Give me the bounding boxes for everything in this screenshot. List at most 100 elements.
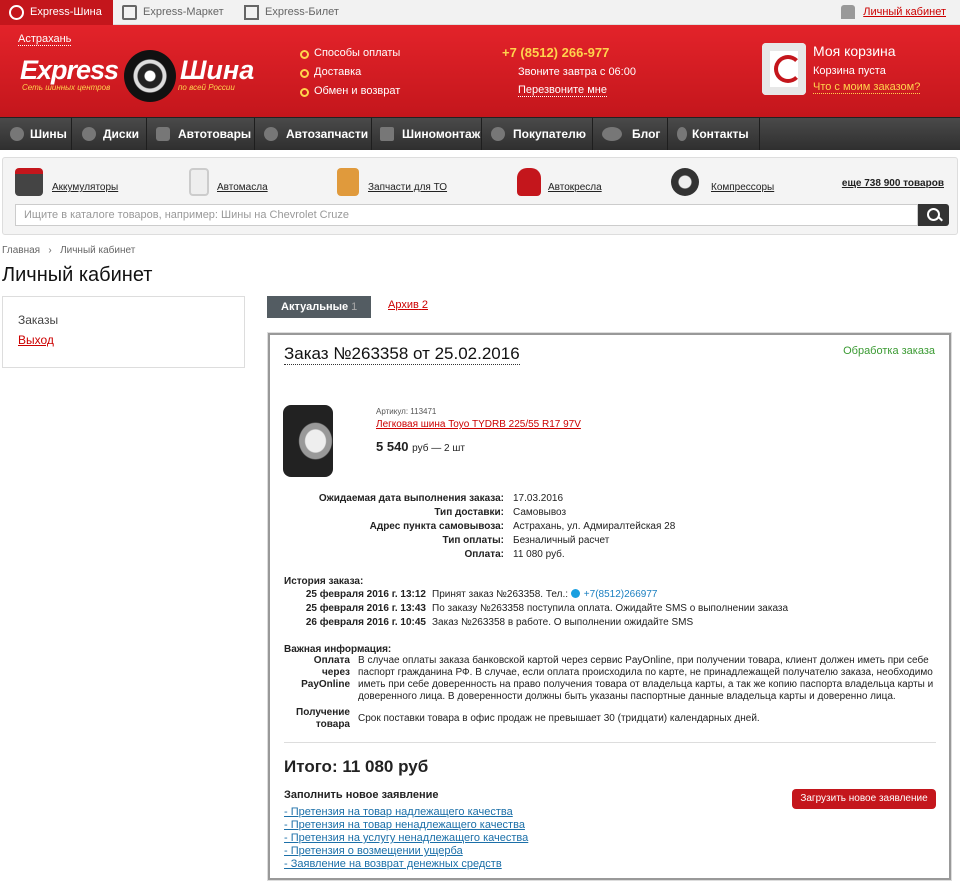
logo-tagline-right: по всей России [178,83,235,92]
skype-icon [570,589,580,598]
header: Астрахань Express Шина Сеть шинных центр… [0,25,960,117]
tab-express-shina[interactable]: Express-Шина [0,0,113,25]
page-title: Личный кабинет [2,264,153,286]
history-title: История заказа: [284,576,364,587]
cat-child-seats[interactable]: Автокресла [548,182,602,193]
tire-image [283,405,333,477]
claim-link[interactable]: - Претензия на товар ненадлежащего качес… [284,819,528,832]
order-details: Ожидаемая дата выполнения заказа: 17.03.2… [270,493,950,563]
chat-icon [602,127,622,141]
upload-claim-button[interactable]: Загрузить новое заявление [792,789,936,809]
history-row: 25 февраля 2016 г. 13:43 По заказу №26335… [305,603,789,614]
logo-text-right[interactable]: Шина [180,55,254,86]
article-number: Артикул: 113471 [376,407,437,416]
phone-number: +7 (8512) 266-977 [502,45,610,60]
category-bar: Аккумуляторы Автомасла Запчасти для ТО А… [2,157,958,235]
search-icon[interactable] [918,204,949,226]
claim-link[interactable]: - Заявление на возврат денежных средств [284,858,528,871]
sidebar: Заказы Выход [2,296,245,368]
claim-link[interactable]: - Претензия на услугу ненадлежащего каче… [284,832,528,845]
tab-archive[interactable]: Архив 2 [388,299,428,311]
child-seat-icon [517,168,541,196]
order-card: Заказ №263358 от 25.02.2016 Обработка за… [268,333,951,880]
main-nav: Шины Диски Автотовары Автозапчасти Шином… [0,117,960,150]
claims-list: - Претензия на товар надлежащего качеств… [284,806,528,871]
tab-express-bilet[interactable]: Express-Билет [235,0,355,25]
sidebar-item-orders[interactable]: Заказы [18,313,58,327]
cart-icon [122,5,137,20]
exchange-link[interactable]: Обмен и возврат [300,85,400,104]
search-input[interactable]: Ищите в каталоге товаров, например: Шины… [15,204,918,226]
claim-link[interactable]: - Претензия на товар надлежащего качеств… [284,806,528,819]
history-row: 26 февраля 2016 г. 10:45 Заказ №263358 в … [305,617,694,628]
product-price: 5 540 руб — 2 шт [376,439,465,454]
tab-express-market[interactable]: Express-Маркет [113,0,235,25]
detail-row: Тип доставки: Самовывоз [434,507,567,518]
claims-title: Заполнить новое заявление [284,789,439,801]
nav-avtozapchasti[interactable]: Автозапчасти [255,118,372,150]
sidebar-item-logout[interactable]: Выход [18,333,54,347]
call-hours: Звоните завтра с 06:00 [518,66,636,78]
cat-parts[interactable]: Запчасти для ТО [368,182,447,193]
battery-icon [15,168,43,196]
product-link[interactable]: Легковая шина Toyo TYDRB 225/55 R17 97V [376,419,581,430]
callback-link[interactable]: Перезвоните мне [518,84,607,97]
nav-avtotovary[interactable]: Автотовары [147,118,255,150]
tire-icon [10,127,24,141]
order-title[interactable]: Заказ №263358 от 25.02.2016 [284,344,520,365]
detail-row: Тип оплаты: Безналичный расчет [442,535,610,546]
nav-pokupatelyu[interactable]: Покупателю [482,118,593,150]
cat-oils[interactable]: Автомасла [217,182,268,193]
car-icon [156,127,170,141]
nav-shinomontazh[interactable]: Шиномонтаж [372,118,482,150]
breadcrumb: Главная › Личный кабинет [2,245,136,256]
nav-kontakty[interactable]: Контакты [668,118,760,150]
nav-shiny[interactable]: Шины [0,118,72,150]
detail-row: Адрес пункта самовывоза: Астрахань, ул. А… [369,521,676,532]
logo-tagline-left: Сеть шинных центров [22,83,111,92]
delivery-link[interactable]: Доставка [300,66,400,85]
logo-wheel-icon [124,50,176,102]
claim-link[interactable]: - Претензия о возмещении ущерба [284,845,528,858]
pin-icon [677,127,687,141]
skype-phone[interactable]: +7(8512)266977 [584,589,658,600]
shopping-bag-icon[interactable] [762,43,806,95]
breadcrumb-account[interactable]: Личный кабинет [60,245,135,256]
filter-icon [337,168,359,196]
history-row: 25 февраля 2016 г. 13:12 Принят заказ №26… [305,589,658,600]
divider [284,742,936,743]
nav-diski[interactable]: Диски [72,118,147,150]
top-bar: Express-Шина Express-Маркет Express-Биле… [0,0,960,25]
payment-link[interactable]: Способы оплаты [300,47,400,66]
wrench-icon [380,127,394,141]
info-row: Оплата через PayOnline В случае оплаты за… [301,655,934,702]
detail-row: Оплата: 11 080 руб. [464,549,565,560]
account-link[interactable]: Личный кабинет [841,5,946,19]
tab-current[interactable]: Актуальные 1 [267,296,371,318]
gear-icon [264,127,278,141]
order-history: 25 февраля 2016 г. 13:12 Принят заказ №26… [270,589,950,631]
more-products-link[interactable]: еще 738 900 товаров [842,178,944,189]
info-row: Получение товара Срок поставки товара в о… [296,707,760,730]
cat-accumulators[interactable]: Аккумуляторы [52,182,118,193]
oil-icon [189,168,209,196]
user-icon [841,5,856,19]
target-icon [9,5,24,20]
detail-row: Ожидаемая дата выполнения заказа: 17.03.2… [318,493,564,504]
cat-compressors[interactable]: Компрессоры [711,182,774,193]
header-links: Способы оплаты Доставка Обмен и возврат [300,47,400,104]
breadcrumb-home[interactable]: Главная [2,245,40,256]
order-status: Обработка заказа [843,345,935,357]
rim-icon [82,127,96,141]
important-info: Оплата через PayOnline В случае оплаты за… [284,655,938,730]
plane-icon [244,5,259,20]
compressor-icon [671,168,699,196]
city-selector[interactable]: Астрахань [18,33,72,46]
order-status-link[interactable]: Что с моим заказом? [813,81,921,94]
info-icon [491,127,505,141]
logo-text-left[interactable]: Express [20,55,119,86]
nav-blog[interactable]: Блог [593,118,668,150]
info-title: Важная информация: [284,644,392,655]
cart-title[interactable]: Моя корзина [813,43,896,59]
cart-status: Корзина пуста [813,65,886,77]
